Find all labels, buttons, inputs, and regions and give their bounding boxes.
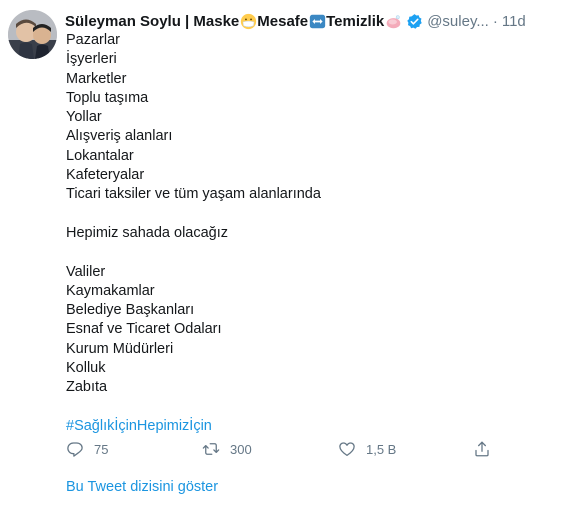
author-handle[interactable]: @suley... [427, 13, 489, 30]
retweet-button[interactable]: 300 [202, 440, 252, 458]
tweet-line: Ticari taksiler ve tüm yaşam alanlarında [66, 186, 321, 203]
tweet-card[interactable]: Süleyman Soylu | Maske Mesafe Temizlik @… [0, 0, 575, 506]
like-button[interactable]: 1,5 B [338, 440, 396, 458]
share-button[interactable] [473, 440, 491, 458]
tweet-header: Süleyman Soylu | Maske Mesafe Temizlik @… [65, 11, 567, 31]
tweet-line: Alışveriş alanları [66, 128, 173, 145]
left-right-arrow-emoji-icon [309, 14, 326, 28]
author-name-part2[interactable]: Mesafe [257, 13, 308, 30]
tweet-line: Zabıta [66, 379, 108, 396]
tweet-line: Valiler [66, 263, 106, 280]
reply-button[interactable]: 75 [66, 440, 108, 458]
mask-emoji-icon [241, 13, 257, 29]
retweet-icon [202, 443, 220, 455]
tweet-line: Toplu taşıma [66, 89, 149, 106]
like-icon [339, 442, 355, 457]
share-icon [475, 441, 489, 457]
tweet-actions: 75 300 1,5 B [66, 440, 496, 460]
header-separator: · [492, 12, 498, 30]
tweet-line: Pazarlar [66, 32, 120, 48]
soap-emoji-icon [386, 14, 401, 28]
tweet-line: Kaymakamlar [66, 282, 155, 299]
hashtag-link[interactable]: #SağlıkİçinHepimizİçin [66, 418, 212, 434]
tweet-text: Pazarlar İşyerleri Marketler Toplu taşım… [66, 31, 546, 436]
tweet-line: Yollar [66, 109, 102, 126]
tweet-line: Lokantalar [66, 147, 134, 164]
reply-icon [67, 442, 83, 457]
author-name-part3[interactable]: Temizlik [326, 13, 384, 30]
tweet-line: Kolluk [66, 360, 106, 377]
tweet-line: Marketler [66, 70, 127, 87]
tweet-line: Kafeteryalar [66, 167, 145, 184]
tweet-timestamp[interactable]: 11d [502, 13, 526, 30]
avatar-photo [8, 10, 57, 59]
tweet-line: Belediye Başkanları [66, 302, 195, 319]
author-name[interactable]: Süleyman Soylu | Maske [65, 13, 239, 30]
like-count: 1,5 B [366, 441, 397, 457]
reply-count: 75 [94, 441, 109, 457]
tweet-line: Esnaf ve Ticaret Odaları [66, 321, 222, 338]
retweet-count: 300 [230, 441, 252, 457]
show-thread-link[interactable]: Bu Tweet dizisini göster [66, 479, 218, 495]
tweet-line: İşyerleri [66, 51, 117, 68]
verified-badge-icon [407, 13, 422, 29]
tweet-line: Kurum Müdürleri [66, 340, 174, 357]
avatar[interactable] [8, 10, 57, 59]
tweet-statement: Hepimiz sahada olacağız [66, 224, 229, 241]
